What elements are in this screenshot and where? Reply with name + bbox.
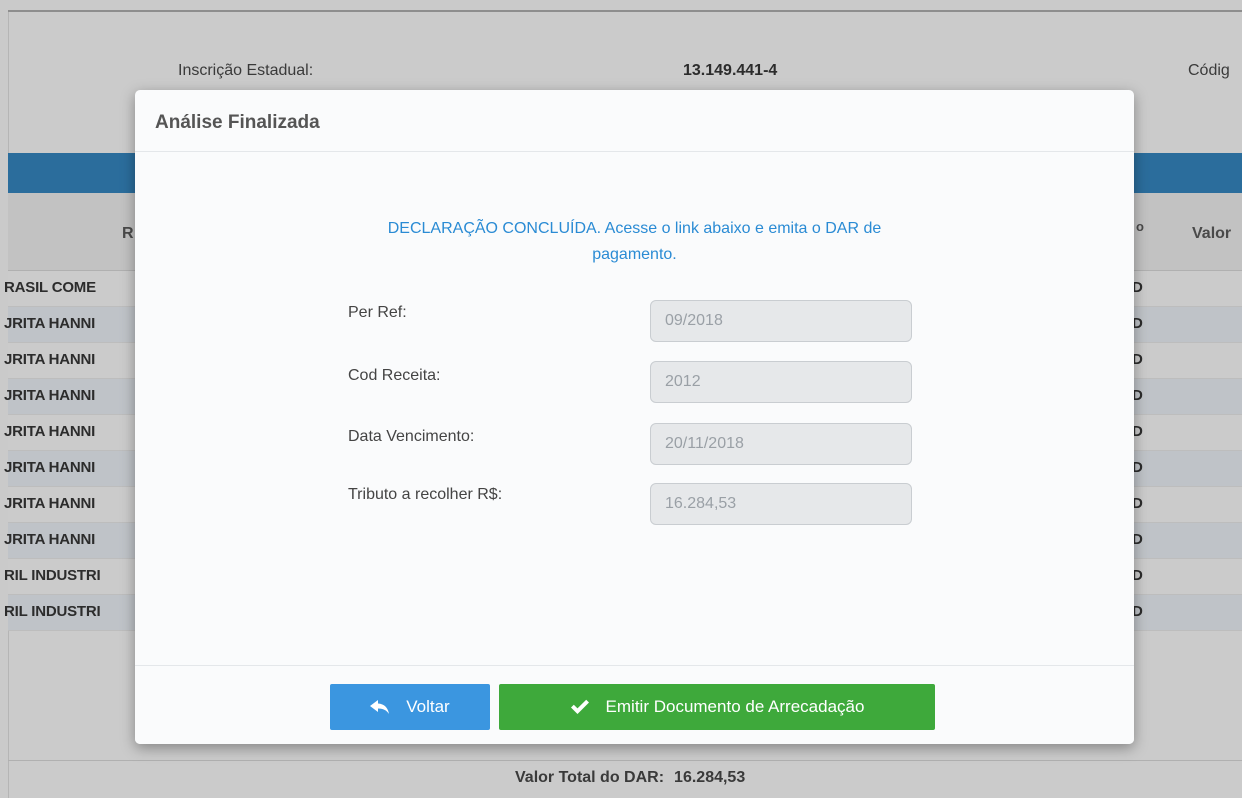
per-ref-label: Per Ref:	[348, 304, 407, 321]
inscricao-label: Inscrição Estadual:	[178, 62, 314, 79]
tributo-field[interactable]: 16.284,53	[650, 483, 912, 525]
row-name: JRITA HANNI	[4, 351, 96, 368]
message-line-1: DECLARAÇÃO CONCLUÍDA. Acesse o link abai…	[387, 220, 882, 237]
data-vencimento-label: Data Vencimento:	[348, 428, 475, 445]
tributo-label: Tributo a recolher R$:	[348, 486, 503, 503]
total-dar: Valor Total do DAR: 16.284,53	[515, 769, 745, 787]
footer-divider	[8, 760, 1242, 761]
analysis-finished-modal: Análise Finalizada DECLARAÇÃO CONCLUÍDA.…	[135, 90, 1134, 744]
check-icon	[570, 699, 590, 715]
modal-header: Análise Finalizada	[135, 90, 1134, 152]
codigo-label: Códig	[1188, 62, 1230, 79]
back-button-label: Voltar	[406, 697, 450, 716]
row-name: JRITA HANNI	[4, 387, 96, 404]
emit-document-button[interactable]: Emitir Documento de Arrecadação	[499, 684, 935, 730]
cod-receita-field[interactable]: 2012	[650, 361, 912, 403]
row-name: JRITA HANNI	[4, 531, 96, 548]
row-name: JRITA HANNI	[4, 459, 96, 476]
emit-button-label: Emitir Documento de Arrecadação	[605, 697, 865, 716]
row-name: JRITA HANNI	[4, 315, 96, 332]
col-header-valor: Valor	[1192, 225, 1232, 242]
row-name: JRITA HANNI	[4, 423, 96, 440]
data-vencimento-field[interactable]: 20/11/2018	[650, 423, 912, 465]
completion-message: DECLARAÇÃO CONCLUÍDA. Acesse o link abai…	[135, 216, 1134, 268]
row-name: RIL INDUSTRI	[4, 603, 101, 620]
col-header-o: o	[1136, 219, 1144, 234]
reply-arrow-icon	[370, 700, 390, 714]
row-name: RASIL COME	[4, 279, 96, 296]
message-line-2: pagamento.	[592, 246, 677, 263]
back-button[interactable]: Voltar	[330, 684, 490, 730]
inscricao-value: 13.149.441-4	[683, 62, 778, 79]
row-name: RIL INDUSTRI	[4, 567, 101, 584]
col-header-r: R	[122, 225, 134, 242]
modal-footer: Voltar Emitir Documento de Arrecadação	[135, 665, 1134, 744]
cod-receita-label: Cod Receita:	[348, 367, 441, 384]
row-name: JRITA HANNI	[4, 495, 96, 512]
modal-title: Análise Finalizada	[155, 112, 320, 133]
total-value: 16.284,53	[674, 769, 746, 786]
per-ref-field[interactable]: 09/2018	[650, 300, 912, 342]
total-label: Valor Total do DAR:	[515, 769, 665, 786]
